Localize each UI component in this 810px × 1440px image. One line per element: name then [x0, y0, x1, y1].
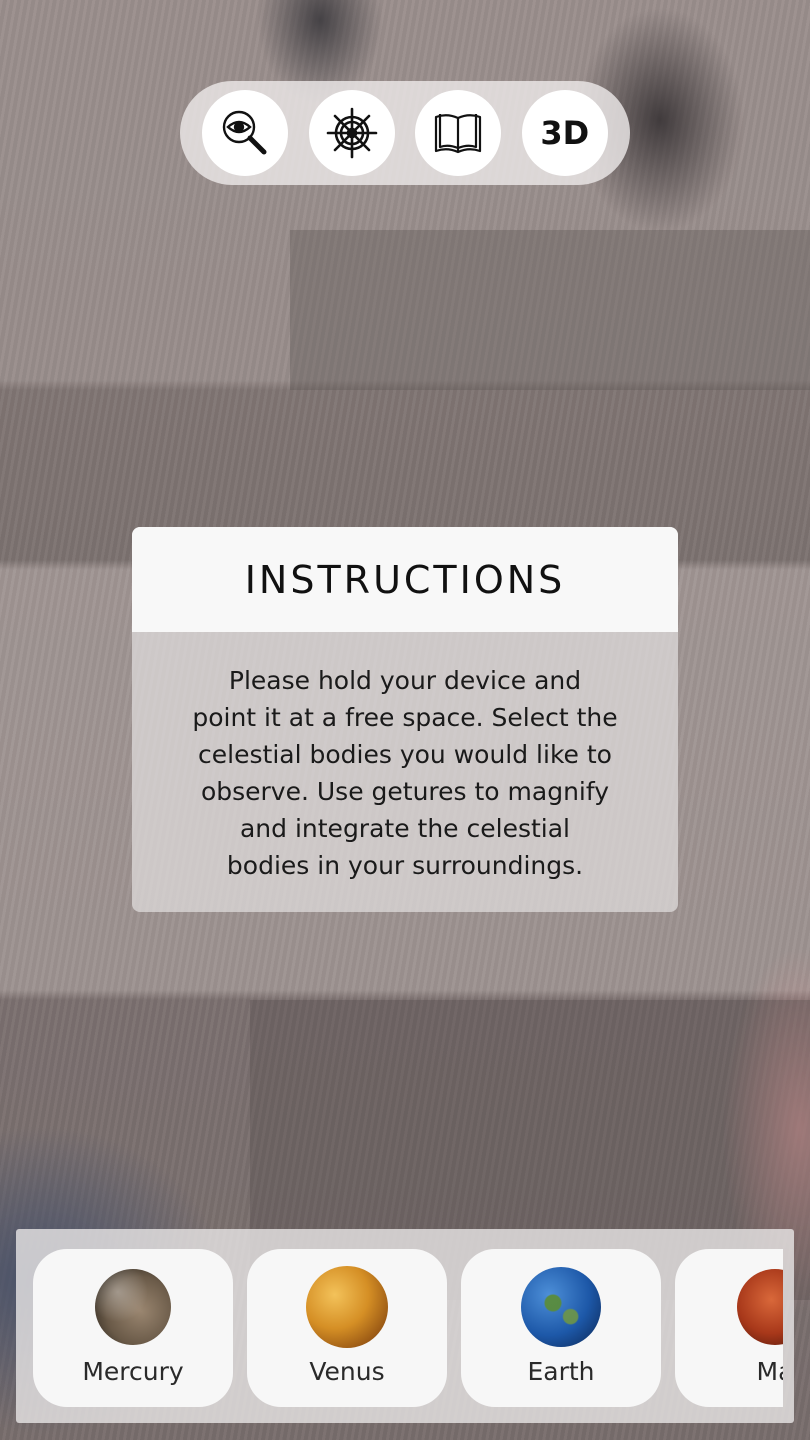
info-button[interactable] [415, 90, 502, 176]
instructions-panel: INSTRUCTIONS Please hold your device and… [132, 527, 678, 912]
navigate-button[interactable] [308, 90, 395, 176]
instructions-line: and integrate the celestial [239, 814, 571, 843]
instructions-line: observe. Use getures to magnify [200, 777, 610, 806]
planet-name: Ma [756, 1357, 783, 1386]
instructions-title: INSTRUCTIONS [244, 557, 566, 602]
planet-selector-bar: Mercury Venus Earth Ma [16, 1229, 794, 1423]
instructions-line: Please hold your device and [228, 666, 582, 695]
magnifier-eye-icon [223, 110, 267, 155]
planet-name: Venus [309, 1357, 385, 1386]
planet-card-earth[interactable]: Earth [461, 1249, 661, 1407]
mercury-image [95, 1269, 171, 1345]
planet-name: Mercury [82, 1357, 184, 1386]
planet-carousel[interactable]: Mercury Venus Earth Ma [33, 1249, 783, 1407]
3d-label: 3D [540, 114, 590, 152]
instructions-line: bodies in your surroundings. [226, 851, 584, 880]
explore-button[interactable] [202, 90, 289, 176]
planet-card-mars[interactable]: Ma [675, 1249, 783, 1407]
planet-card-mercury[interactable]: Mercury [33, 1249, 233, 1407]
open-book-icon [435, 114, 482, 154]
3d-view-button[interactable]: 3D [521, 90, 608, 176]
ship-wheel-icon [326, 107, 378, 159]
earth-image [521, 1267, 601, 1347]
camera-floor-shade [290, 230, 810, 390]
planet-name: Earth [527, 1357, 595, 1386]
mars-image [737, 1269, 783, 1345]
venus-image [306, 1266, 388, 1348]
top-toolbar: 3D [180, 81, 630, 185]
instructions-line: point it at a free space. Select the [192, 703, 618, 732]
instructions-text: Please hold your device and point it at … [132, 632, 678, 884]
instructions-header: INSTRUCTIONS [132, 527, 678, 632]
instructions-line: celestial bodies you would like to [198, 740, 612, 769]
planet-card-venus[interactable]: Venus [247, 1249, 447, 1407]
